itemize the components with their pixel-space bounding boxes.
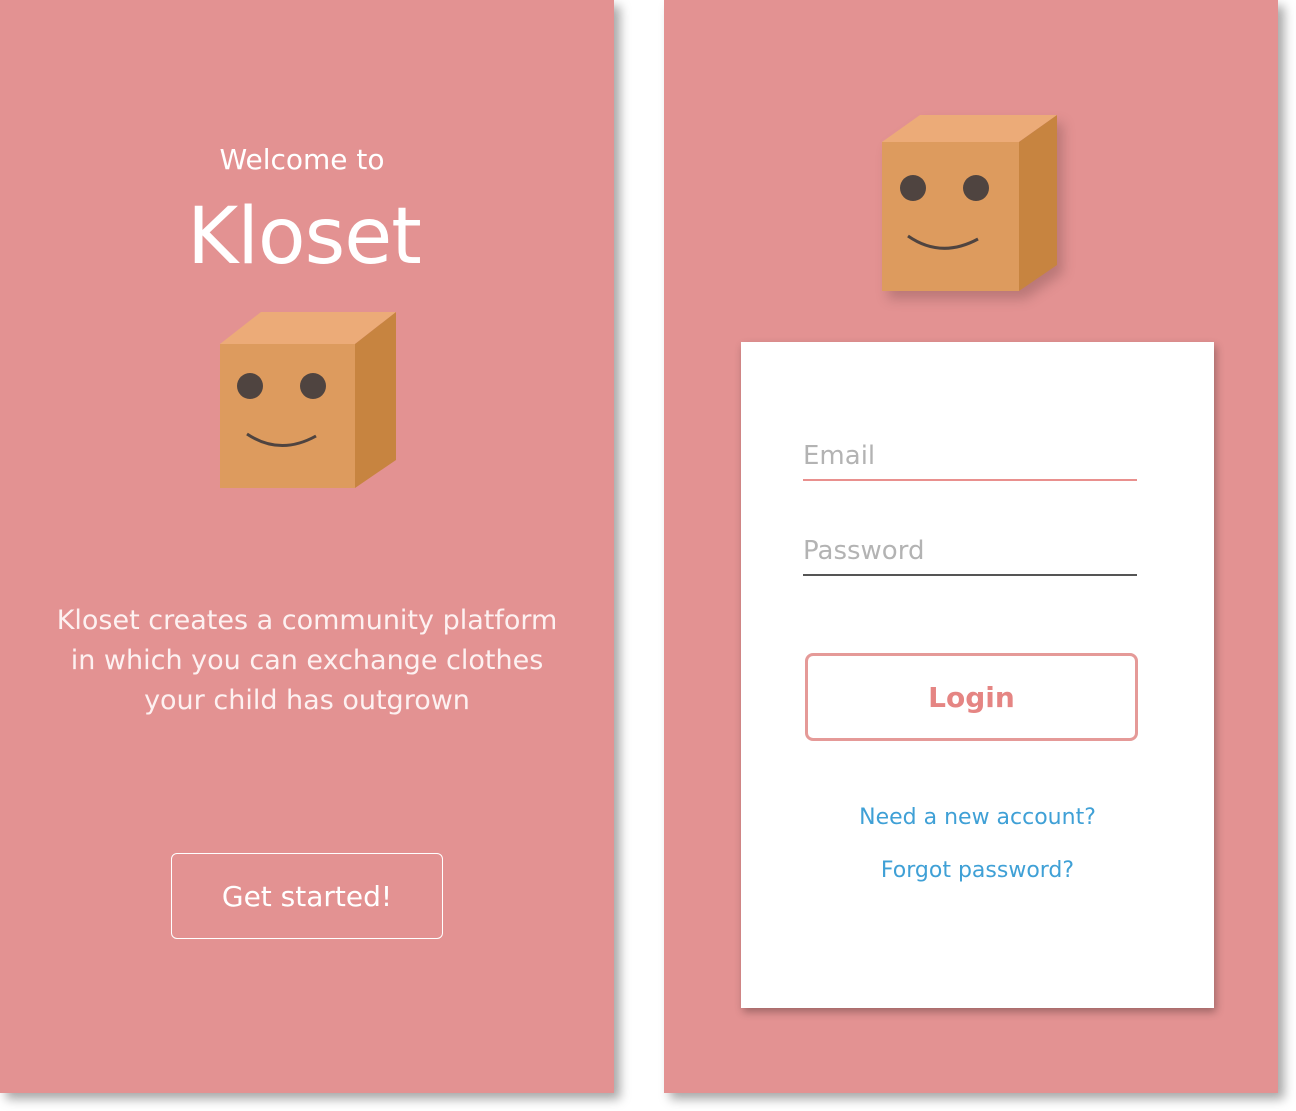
smiling-box-icon xyxy=(220,312,396,488)
tagline-line: Kloset creates a community platform xyxy=(56,605,558,636)
app-title: Kloset xyxy=(187,192,422,282)
welcome-screen: Welcome to Kloset Kloset creates a commu… xyxy=(0,0,614,1093)
welcome-greeting: Welcome to xyxy=(219,143,385,176)
new-account-link[interactable]: Need a new account? xyxy=(741,805,1214,830)
email-field[interactable] xyxy=(803,437,1137,481)
login-button[interactable]: Login xyxy=(805,653,1138,741)
forgot-password-link[interactable]: Forgot password? xyxy=(741,858,1214,883)
smiling-box-icon xyxy=(882,115,1057,291)
tagline-line: in which you can exchange clothes xyxy=(70,645,544,676)
password-field[interactable] xyxy=(803,532,1137,576)
tagline-line: your child has outgrown xyxy=(144,685,470,716)
login-card: Login Need a new account? Forgot passwor… xyxy=(741,342,1214,1008)
tagline: Kloset creates a community platform in w… xyxy=(30,601,584,721)
get-started-button[interactable]: Get started! xyxy=(171,853,443,939)
